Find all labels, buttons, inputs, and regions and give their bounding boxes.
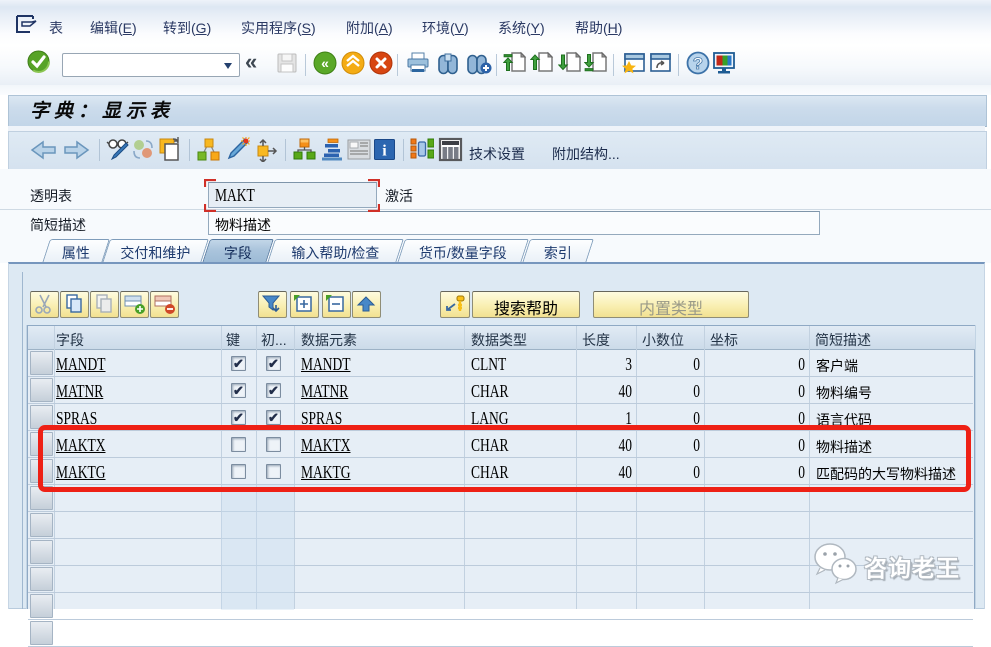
svg-text:i: i [382, 143, 387, 160]
svg-text:?: ? [693, 54, 703, 73]
svg-text:«: « [321, 55, 329, 71]
